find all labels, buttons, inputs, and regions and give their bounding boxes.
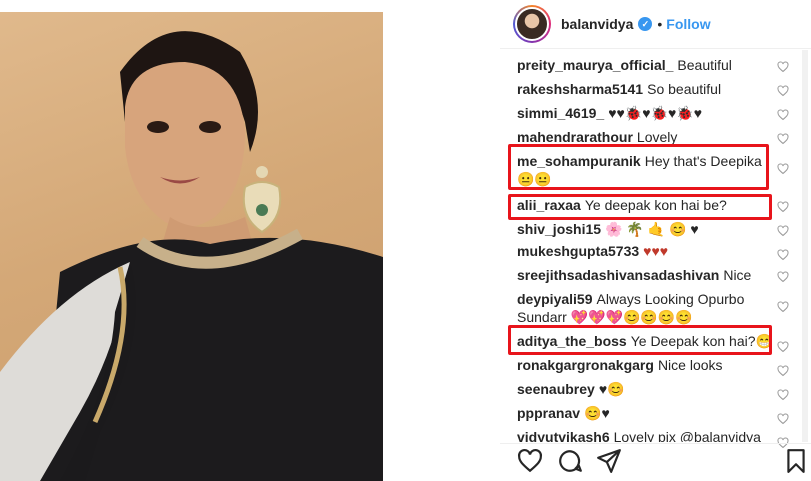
comment-like-heart-icon[interactable] bbox=[777, 248, 789, 261]
comment-text: Lovely pix @balanvidya bbox=[613, 429, 761, 442]
follow-button[interactable]: Follow bbox=[666, 16, 710, 32]
comments-scrollbar[interactable] bbox=[802, 50, 808, 442]
comment-like-heart-icon[interactable] bbox=[777, 60, 789, 73]
comment-text: ♥♥🐞♥🐞♥🐞♥ bbox=[608, 105, 703, 121]
comment-like-heart-icon[interactable] bbox=[777, 388, 789, 401]
comment-username[interactable]: deypiyali59 bbox=[517, 291, 593, 307]
header-divider bbox=[500, 48, 811, 49]
comment-text: So beautiful bbox=[647, 81, 722, 97]
like-button[interactable] bbox=[517, 448, 543, 474]
post-actions bbox=[511, 448, 811, 481]
comment-username[interactable]: mahendrarathour bbox=[517, 129, 633, 145]
list-item: simmi_4619_ ♥♥🐞♥🐞♥🐞♥ bbox=[517, 104, 787, 122]
comment-icon bbox=[559, 450, 582, 472]
comment-username[interactable]: sreejithsadashivansadashivan bbox=[517, 267, 719, 283]
comment-like-heart-icon[interactable] bbox=[777, 340, 789, 353]
comment-username[interactable]: shiv_joshi15 bbox=[517, 221, 601, 237]
comment-like-heart-icon[interactable] bbox=[777, 108, 789, 121]
comment-like-heart-icon[interactable] bbox=[777, 132, 789, 145]
heart-icon bbox=[518, 448, 542, 473]
save-button[interactable] bbox=[783, 448, 809, 474]
comment-text: Nice bbox=[723, 267, 752, 283]
comment-username[interactable]: vidyutvikash6 bbox=[517, 429, 610, 442]
comment-username[interactable]: pppranav bbox=[517, 405, 580, 421]
avatar[interactable] bbox=[513, 5, 551, 43]
highlight-box bbox=[508, 194, 772, 220]
verified-badge-icon: ✓ bbox=[638, 17, 653, 31]
list-item: pppranav 😊♥ bbox=[517, 404, 787, 422]
post-header: balanvidya ✓ • Follow bbox=[511, 0, 811, 48]
comment-like-heart-icon[interactable] bbox=[777, 162, 789, 175]
list-item: seenaubrey ♥😊 bbox=[517, 380, 787, 398]
header-separator: • bbox=[657, 16, 663, 32]
list-item: mukeshgupta5733 ♥♥♥ bbox=[517, 242, 787, 260]
comment-username[interactable]: simmi_4619_ bbox=[517, 105, 604, 121]
list-item: rakeshsharma5141 So beautiful bbox=[517, 80, 787, 98]
comment-username[interactable]: ronakgargronakgarg bbox=[517, 357, 654, 373]
share-icon bbox=[597, 449, 621, 473]
comment-like-heart-icon[interactable] bbox=[777, 364, 789, 377]
bookmark-icon bbox=[787, 449, 805, 473]
comment-like-heart-icon[interactable] bbox=[777, 436, 789, 449]
comment-username[interactable]: preity_maurya_official_ bbox=[517, 57, 673, 73]
comment-text: Nice looks bbox=[657, 357, 723, 373]
share-button[interactable] bbox=[596, 448, 622, 474]
comment-text: ♥😊 bbox=[598, 381, 625, 397]
comment-text: 🌸 🌴 🤙 😊 ♥ bbox=[605, 221, 699, 237]
comment-like-heart-icon[interactable] bbox=[777, 84, 789, 97]
actions-divider bbox=[500, 443, 811, 444]
comment-like-heart-icon[interactable] bbox=[777, 300, 789, 313]
comment-username[interactable]: mukeshgupta5733 bbox=[517, 243, 639, 259]
post-photo bbox=[0, 12, 383, 481]
avatar-image bbox=[515, 7, 549, 41]
comment-username[interactable]: rakeshsharma5141 bbox=[517, 81, 643, 97]
comment-like-heart-icon[interactable] bbox=[777, 270, 789, 283]
comment-text: Beautiful bbox=[677, 57, 732, 73]
comment-button[interactable] bbox=[557, 448, 583, 474]
comment-text-continued: Sundarr 💖💖💖😊😊😊😊 bbox=[517, 309, 693, 325]
post-username[interactable]: balanvidya bbox=[561, 16, 633, 32]
highlight-box bbox=[508, 144, 769, 190]
highlight-box bbox=[508, 325, 772, 355]
list-item: preity_maurya_official_ Beautiful bbox=[517, 56, 787, 74]
comment-like-heart-icon[interactable] bbox=[777, 200, 789, 213]
comment-like-heart-icon[interactable] bbox=[777, 412, 789, 425]
list-item: ronakgargronakgarg Nice looks bbox=[517, 356, 787, 374]
list-item: sreejithsadashivansadashivan Nice bbox=[517, 266, 787, 284]
comment-like-heart-icon[interactable] bbox=[777, 224, 789, 237]
comment-text: 😊♥ bbox=[584, 405, 610, 421]
list-item: deypiyali59 Always Looking Opurbo Sundarr… bbox=[517, 290, 787, 326]
list-item: shiv_joshi15 🌸 🌴 🤙 😊 ♥ bbox=[517, 220, 787, 238]
comment-text: ♥♥♥ bbox=[643, 243, 669, 259]
comment-text: Always Looking Opurbo bbox=[596, 291, 745, 307]
comment-username[interactable]: seenaubrey bbox=[517, 381, 595, 397]
comment-text: Lovely bbox=[636, 129, 678, 145]
list-item: vidyutvikash6 Lovely pix @balanvidya bbox=[517, 428, 787, 442]
comments-list[interactable]: preity_maurya_official_ Beautiful rakeshs… bbox=[511, 52, 801, 442]
